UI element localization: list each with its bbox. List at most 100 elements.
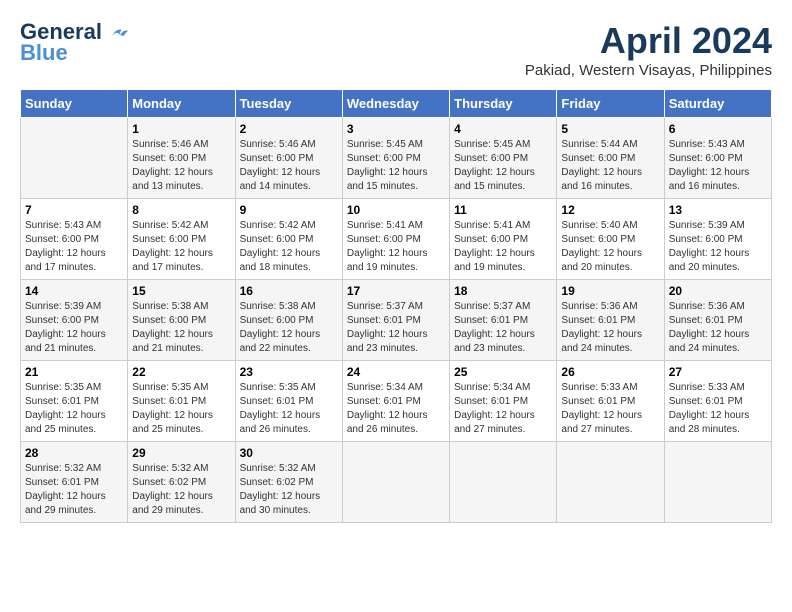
calendar-cell: 11Sunrise: 5:41 AM Sunset: 6:00 PM Dayli…	[450, 199, 557, 280]
day-number: 3	[347, 122, 445, 136]
day-info: Sunrise: 5:46 AM Sunset: 6:00 PM Dayligh…	[240, 138, 338, 194]
day-info: Sunrise: 5:44 AM Sunset: 6:00 PM Dayligh…	[561, 138, 659, 194]
header-cell-tuesday: Tuesday	[235, 90, 342, 118]
calendar-cell: 8 Sunrise: 5:42 AM Sunset: 6:00 PM Daylig…	[128, 199, 235, 280]
calendar-cell: 30 Sunrise: 5:32 AM Sunset: 6:02 PM Dayli…	[235, 442, 342, 523]
day-info: Sunrise: 5:33 AM Sunset: 6:01 PM Dayligh…	[669, 381, 767, 437]
day-number: 14	[25, 284, 123, 298]
header-cell-monday: Monday	[128, 90, 235, 118]
calendar-cell	[450, 442, 557, 523]
day-info: Sunrise: 5:38 AM Sunset: 6:00 PM Dayligh…	[240, 300, 338, 356]
day-number: 17	[347, 284, 445, 298]
day-number: 10	[347, 203, 445, 217]
calendar-cell: 14 Sunrise: 5:39 AM Sunset: 6:00 PM Dayli…	[21, 280, 128, 361]
calendar-cell: 17Sunrise: 5:37 AM Sunset: 6:01 PM Dayli…	[342, 280, 449, 361]
day-number: 25	[454, 365, 552, 379]
day-number: 6	[669, 122, 767, 136]
header-cell-thursday: Thursday	[450, 90, 557, 118]
calendar-header: SundayMondayTuesdayWednesdayThursdayFrid…	[21, 90, 772, 118]
header: General Blue April 2024 Pakiad, Western …	[20, 20, 772, 79]
header-cell-saturday: Saturday	[664, 90, 771, 118]
header-row: SundayMondayTuesdayWednesdayThursdayFrid…	[21, 90, 772, 118]
calendar-table: SundayMondayTuesdayWednesdayThursdayFrid…	[20, 89, 772, 523]
day-info: Sunrise: 5:45 AM Sunset: 6:00 PM Dayligh…	[347, 138, 445, 194]
month-title: April 2024	[525, 20, 772, 62]
day-info: Sunrise: 5:42 AM Sunset: 6:00 PM Dayligh…	[240, 219, 338, 275]
calendar-cell: 28Sunrise: 5:32 AM Sunset: 6:01 PM Dayli…	[21, 442, 128, 523]
day-number: 4	[454, 122, 552, 136]
day-info: Sunrise: 5:38 AM Sunset: 6:00 PM Dayligh…	[132, 300, 230, 356]
day-number: 23	[240, 365, 338, 379]
calendar-cell: 24 Sunrise: 5:34 AM Sunset: 6:01 PM Dayli…	[342, 361, 449, 442]
day-info: Sunrise: 5:35 AM Sunset: 6:01 PM Dayligh…	[240, 381, 338, 437]
day-info: Sunrise: 5:46 AM Sunset: 6:00 PM Dayligh…	[132, 138, 230, 194]
day-number: 22	[132, 365, 230, 379]
day-number: 15	[132, 284, 230, 298]
day-number: 26	[561, 365, 659, 379]
calendar-cell: 12 Sunrise: 5:40 AM Sunset: 6:00 PM Dayli…	[557, 199, 664, 280]
day-number: 8	[132, 203, 230, 217]
day-info: Sunrise: 5:32 AM Sunset: 6:02 PM Dayligh…	[132, 462, 230, 518]
day-number: 19	[561, 284, 659, 298]
calendar-body: 1 Sunrise: 5:46 AM Sunset: 6:00 PM Daylig…	[21, 118, 772, 523]
calendar-cell: 9Sunrise: 5:42 AM Sunset: 6:00 PM Daylig…	[235, 199, 342, 280]
day-info: Sunrise: 5:35 AM Sunset: 6:01 PM Dayligh…	[132, 381, 230, 437]
calendar-cell	[21, 118, 128, 199]
calendar-cell: 29 Sunrise: 5:32 AM Sunset: 6:02 PM Dayli…	[128, 442, 235, 523]
day-number: 24	[347, 365, 445, 379]
calendar-cell: 20 Sunrise: 5:36 AM Sunset: 6:01 PM Dayli…	[664, 280, 771, 361]
day-info: Sunrise: 5:34 AM Sunset: 6:01 PM Dayligh…	[454, 381, 552, 437]
calendar-cell: 10Sunrise: 5:41 AM Sunset: 6:00 PM Dayli…	[342, 199, 449, 280]
day-info: Sunrise: 5:32 AM Sunset: 6:02 PM Dayligh…	[240, 462, 338, 518]
day-info: Sunrise: 5:42 AM Sunset: 6:00 PM Dayligh…	[132, 219, 230, 275]
day-info: Sunrise: 5:39 AM Sunset: 6:00 PM Dayligh…	[669, 219, 767, 275]
calendar-cell: 27Sunrise: 5:33 AM Sunset: 6:01 PM Dayli…	[664, 361, 771, 442]
location-title: Pakiad, Western Visayas, Philippines	[525, 62, 772, 79]
day-number: 20	[669, 284, 767, 298]
day-info: Sunrise: 5:40 AM Sunset: 6:00 PM Dayligh…	[561, 219, 659, 275]
day-number: 30	[240, 446, 338, 460]
day-info: Sunrise: 5:36 AM Sunset: 6:01 PM Dayligh…	[669, 300, 767, 356]
day-number: 1	[132, 122, 230, 136]
day-info: Sunrise: 5:41 AM Sunset: 6:00 PM Dayligh…	[454, 219, 552, 275]
day-number: 12	[561, 203, 659, 217]
calendar-cell: 3 Sunrise: 5:45 AM Sunset: 6:00 PM Daylig…	[342, 118, 449, 199]
day-number: 5	[561, 122, 659, 136]
header-cell-sunday: Sunday	[21, 90, 128, 118]
calendar-cell: 22 Sunrise: 5:35 AM Sunset: 6:01 PM Dayli…	[128, 361, 235, 442]
calendar-cell	[557, 442, 664, 523]
day-number: 28	[25, 446, 123, 460]
calendar-cell: 16 Sunrise: 5:38 AM Sunset: 6:00 PM Dayli…	[235, 280, 342, 361]
day-number: 18	[454, 284, 552, 298]
calendar-cell: 2 Sunrise: 5:46 AM Sunset: 6:00 PM Daylig…	[235, 118, 342, 199]
logo: General Blue	[20, 20, 128, 66]
day-info: Sunrise: 5:43 AM Sunset: 6:00 PM Dayligh…	[25, 219, 123, 275]
calendar-week-2: 7 Sunrise: 5:43 AM Sunset: 6:00 PM Daylig…	[21, 199, 772, 280]
day-info: Sunrise: 5:35 AM Sunset: 6:01 PM Dayligh…	[25, 381, 123, 437]
day-number: 29	[132, 446, 230, 460]
calendar-cell: 15 Sunrise: 5:38 AM Sunset: 6:00 PM Dayli…	[128, 280, 235, 361]
calendar-cell: 25 Sunrise: 5:34 AM Sunset: 6:01 PM Dayli…	[450, 361, 557, 442]
day-number: 16	[240, 284, 338, 298]
calendar-cell: 21Sunrise: 5:35 AM Sunset: 6:01 PM Dayli…	[21, 361, 128, 442]
day-info: Sunrise: 5:37 AM Sunset: 6:01 PM Dayligh…	[454, 300, 552, 356]
calendar-cell: 13 Sunrise: 5:39 AM Sunset: 6:00 PM Dayli…	[664, 199, 771, 280]
calendar-cell: 23 Sunrise: 5:35 AM Sunset: 6:01 PM Dayli…	[235, 361, 342, 442]
day-info: Sunrise: 5:39 AM Sunset: 6:00 PM Dayligh…	[25, 300, 123, 356]
calendar-cell: 4Sunrise: 5:45 AM Sunset: 6:00 PM Daylig…	[450, 118, 557, 199]
calendar-cell: 1 Sunrise: 5:46 AM Sunset: 6:00 PM Daylig…	[128, 118, 235, 199]
title-area: April 2024 Pakiad, Western Visayas, Phil…	[525, 20, 772, 79]
day-info: Sunrise: 5:34 AM Sunset: 6:01 PM Dayligh…	[347, 381, 445, 437]
calendar-week-3: 14 Sunrise: 5:39 AM Sunset: 6:00 PM Dayli…	[21, 280, 772, 361]
day-number: 13	[669, 203, 767, 217]
logo-bird-icon	[110, 26, 128, 40]
calendar-week-1: 1 Sunrise: 5:46 AM Sunset: 6:00 PM Daylig…	[21, 118, 772, 199]
day-info: Sunrise: 5:43 AM Sunset: 6:00 PM Dayligh…	[669, 138, 767, 194]
calendar-week-5: 28Sunrise: 5:32 AM Sunset: 6:01 PM Dayli…	[21, 442, 772, 523]
day-number: 2	[240, 122, 338, 136]
logo-blue: Blue	[20, 40, 68, 66]
day-number: 7	[25, 203, 123, 217]
day-info: Sunrise: 5:36 AM Sunset: 6:01 PM Dayligh…	[561, 300, 659, 356]
calendar-week-4: 21Sunrise: 5:35 AM Sunset: 6:01 PM Dayli…	[21, 361, 772, 442]
day-info: Sunrise: 5:33 AM Sunset: 6:01 PM Dayligh…	[561, 381, 659, 437]
